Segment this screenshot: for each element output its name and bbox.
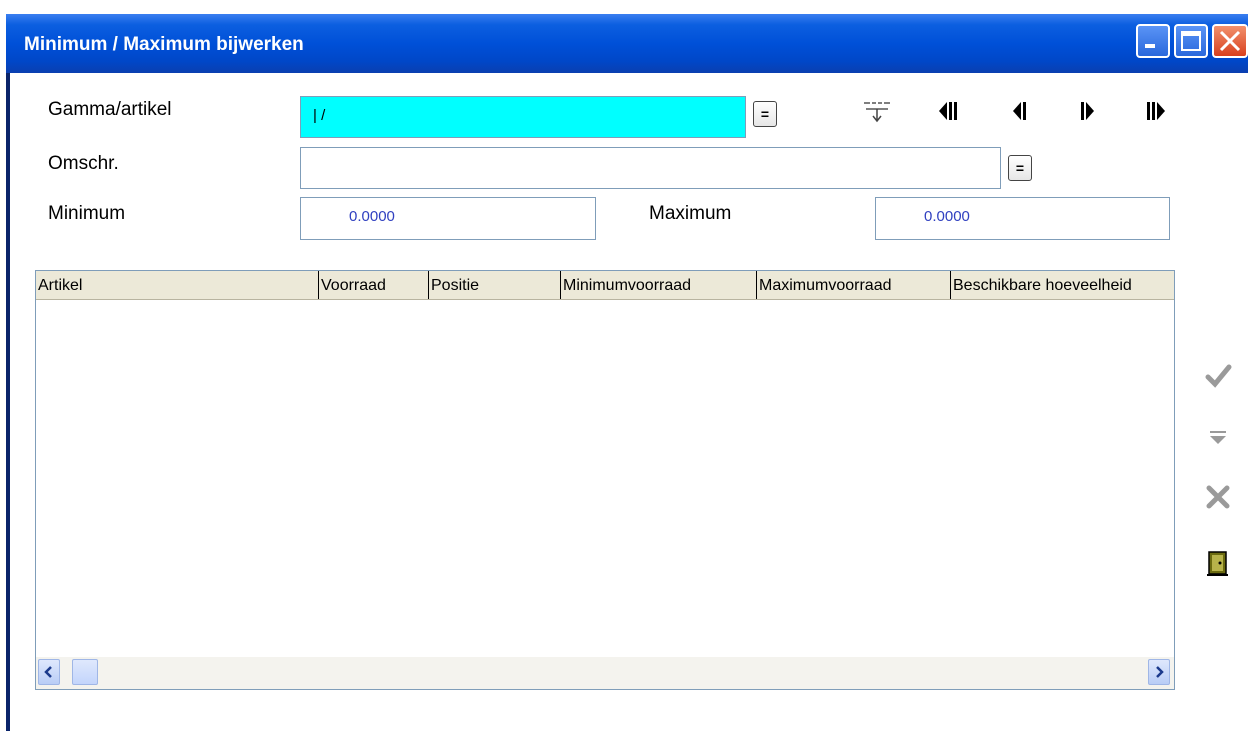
maximum-input[interactable]: 0.0000: [875, 197, 1170, 240]
scroll-left-button[interactable]: [38, 659, 60, 685]
scroll-thumb[interactable]: [72, 659, 98, 685]
column-header-artikel[interactable]: Artikel: [36, 271, 318, 299]
chevron-right-icon: [1156, 666, 1164, 678]
chevron-left-icon: [44, 666, 52, 678]
minimize-icon: [1145, 44, 1155, 48]
window-title: Minimum / Maximum bijwerken: [24, 34, 304, 55]
minimum-label: Minimum: [48, 203, 126, 224]
column-header-maximumvoorraad[interactable]: Maximumvoorraad: [756, 271, 950, 299]
filter-button[interactable]: [862, 96, 892, 126]
window-left-edge: [0, 0, 10, 731]
previous-record-button[interactable]: [1008, 96, 1038, 126]
gamma-lookup-button[interactable]: =: [753, 101, 777, 127]
maximize-icon: [1181, 31, 1201, 51]
horizontal-scrollbar[interactable]: [36, 657, 1174, 689]
first-record-icon: [939, 102, 957, 120]
omschr-input[interactable]: [300, 147, 1001, 189]
gamma-artikel-value: | /: [313, 107, 326, 124]
gamma-artikel-label: Gamma/artikel: [48, 99, 172, 120]
filter-icon: [864, 102, 890, 123]
maximum-value: 0.0000: [924, 208, 970, 225]
maximize-button[interactable]: [1174, 24, 1208, 58]
artikel-table[interactable]: Artikel Voorraad Positie Minimumvoorraad…: [35, 270, 1175, 690]
next-record-button[interactable]: [1075, 96, 1105, 126]
exit-button[interactable]: [1204, 549, 1232, 577]
filter-down-icon: [1210, 431, 1226, 444]
close-button[interactable]: [1212, 24, 1248, 58]
exit-door-icon: [1207, 551, 1228, 576]
column-header-minimumvoorraad[interactable]: Minimumvoorraad: [560, 271, 756, 299]
previous-record-icon: [1013, 102, 1026, 120]
column-header-beschikbare-hoeveelheid[interactable]: Beschikbare hoeveelheid: [950, 271, 1174, 299]
filter-down-button[interactable]: [1204, 422, 1232, 450]
minimum-input[interactable]: 0.0000: [300, 197, 596, 240]
omschr-label: Omschr.: [48, 153, 119, 174]
maximum-label: Maximum: [649, 203, 732, 224]
column-header-positie[interactable]: Positie: [428, 271, 560, 299]
confirm-check-icon: [1205, 364, 1232, 388]
cancel-button[interactable]: [1204, 483, 1232, 511]
minimize-button[interactable]: [1136, 24, 1170, 58]
first-record-button[interactable]: [935, 96, 965, 126]
close-icon: [1219, 30, 1241, 52]
confirm-button[interactable]: [1204, 362, 1232, 390]
gamma-artikel-input[interactable]: | /: [300, 96, 746, 138]
minimum-value: 0.0000: [349, 208, 395, 225]
table-header: Artikel Voorraad Positie Minimumvoorraad…: [36, 271, 1174, 300]
last-record-icon: [1147, 102, 1165, 120]
cancel-x-icon: [1206, 485, 1230, 509]
scroll-right-button[interactable]: [1148, 659, 1170, 685]
next-record-icon: [1081, 102, 1094, 120]
last-record-button[interactable]: [1143, 96, 1173, 126]
omschr-lookup-button[interactable]: =: [1008, 155, 1032, 181]
column-header-voorraad[interactable]: Voorraad: [318, 271, 428, 299]
